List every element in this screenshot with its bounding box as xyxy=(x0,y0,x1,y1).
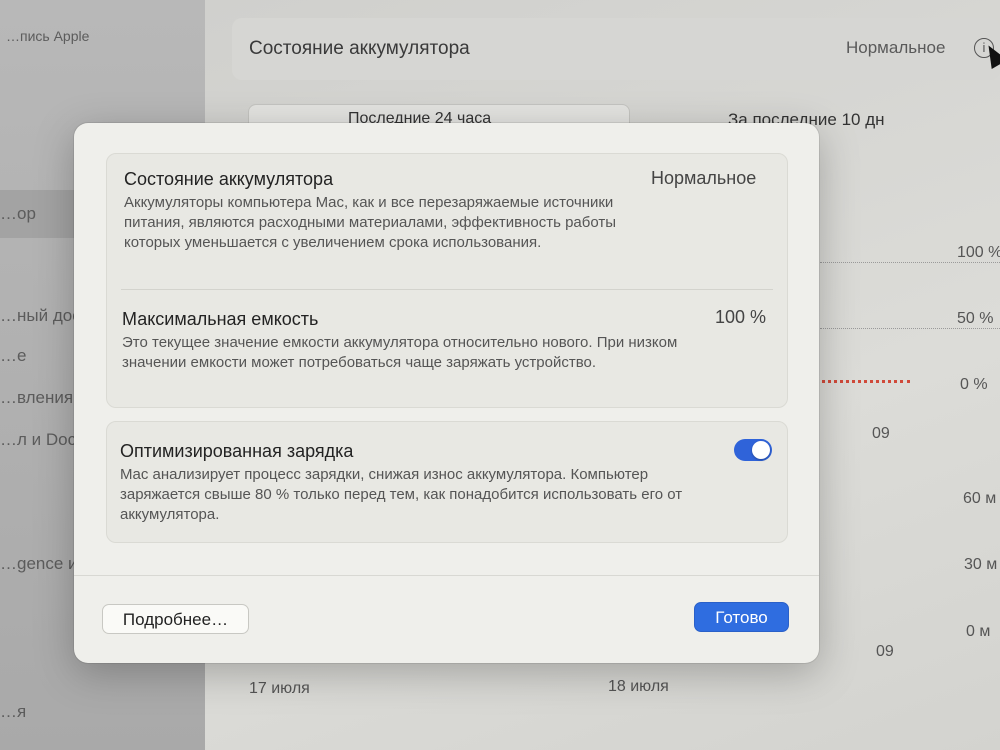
grid-line xyxy=(820,262,1000,264)
axis-label-50: 50 % xyxy=(957,310,994,327)
hour-label: 09 xyxy=(872,425,890,442)
sidebar-item-control-center[interactable]: …вления xyxy=(0,388,73,408)
optimized-charging-toggle[interactable] xyxy=(734,439,772,461)
date-label-17: 17 июля xyxy=(249,680,310,697)
sidebar-item-battery[interactable]: …ор xyxy=(0,204,36,224)
axis-label-100: 100 % xyxy=(957,244,1000,261)
axis-label-60m: 60 м xyxy=(963,490,997,507)
battery-health-title: Состояние аккумулятора xyxy=(249,38,470,59)
hour-label: 09 xyxy=(876,643,894,660)
battery-health-status: Нормальное xyxy=(846,38,946,57)
row-divider xyxy=(121,289,773,290)
sidebar-item-apple-account[interactable]: …пись Apple xyxy=(6,28,89,44)
footer-divider xyxy=(74,575,819,576)
grid-line xyxy=(820,328,1000,330)
max-capacity-description: Это текущее значение емкости аккумулятор… xyxy=(122,334,678,371)
max-capacity-title: Максимальная емкость xyxy=(122,309,319,329)
battery-condition-description: Аккумуляторы компьютера Mac, как и все п… xyxy=(124,194,617,251)
more-info-button[interactable]: Подробнее… xyxy=(102,604,249,634)
battery-condition-value: Нормальное xyxy=(651,168,757,188)
optimized-charging-description: Mac анализирует процесс зарядки, снижая … xyxy=(120,466,683,523)
optimized-charging-title: Оптимизированная зарядка xyxy=(120,441,354,461)
axis-label-30m: 30 м xyxy=(964,556,998,573)
max-capacity-value: 100 % xyxy=(715,307,767,327)
sidebar-item-appearance[interactable]: …е xyxy=(0,346,26,366)
done-button[interactable]: Готово xyxy=(694,602,789,632)
toggle-knob xyxy=(752,441,770,459)
date-label-18: 18 июля xyxy=(608,678,669,695)
battery-condition-title: Состояние аккумулятора xyxy=(124,169,334,189)
axis-label-0m: 0 м xyxy=(966,623,991,640)
sidebar-item-desktop-dock[interactable]: …л и Dock xyxy=(0,430,85,450)
sidebar-item-other[interactable]: …я xyxy=(0,702,26,722)
battery-level-line xyxy=(815,380,910,383)
battery-health-dialog: Состояние аккумулятора Нормальное Аккуму… xyxy=(74,123,819,663)
axis-label-0: 0 % xyxy=(960,376,988,393)
